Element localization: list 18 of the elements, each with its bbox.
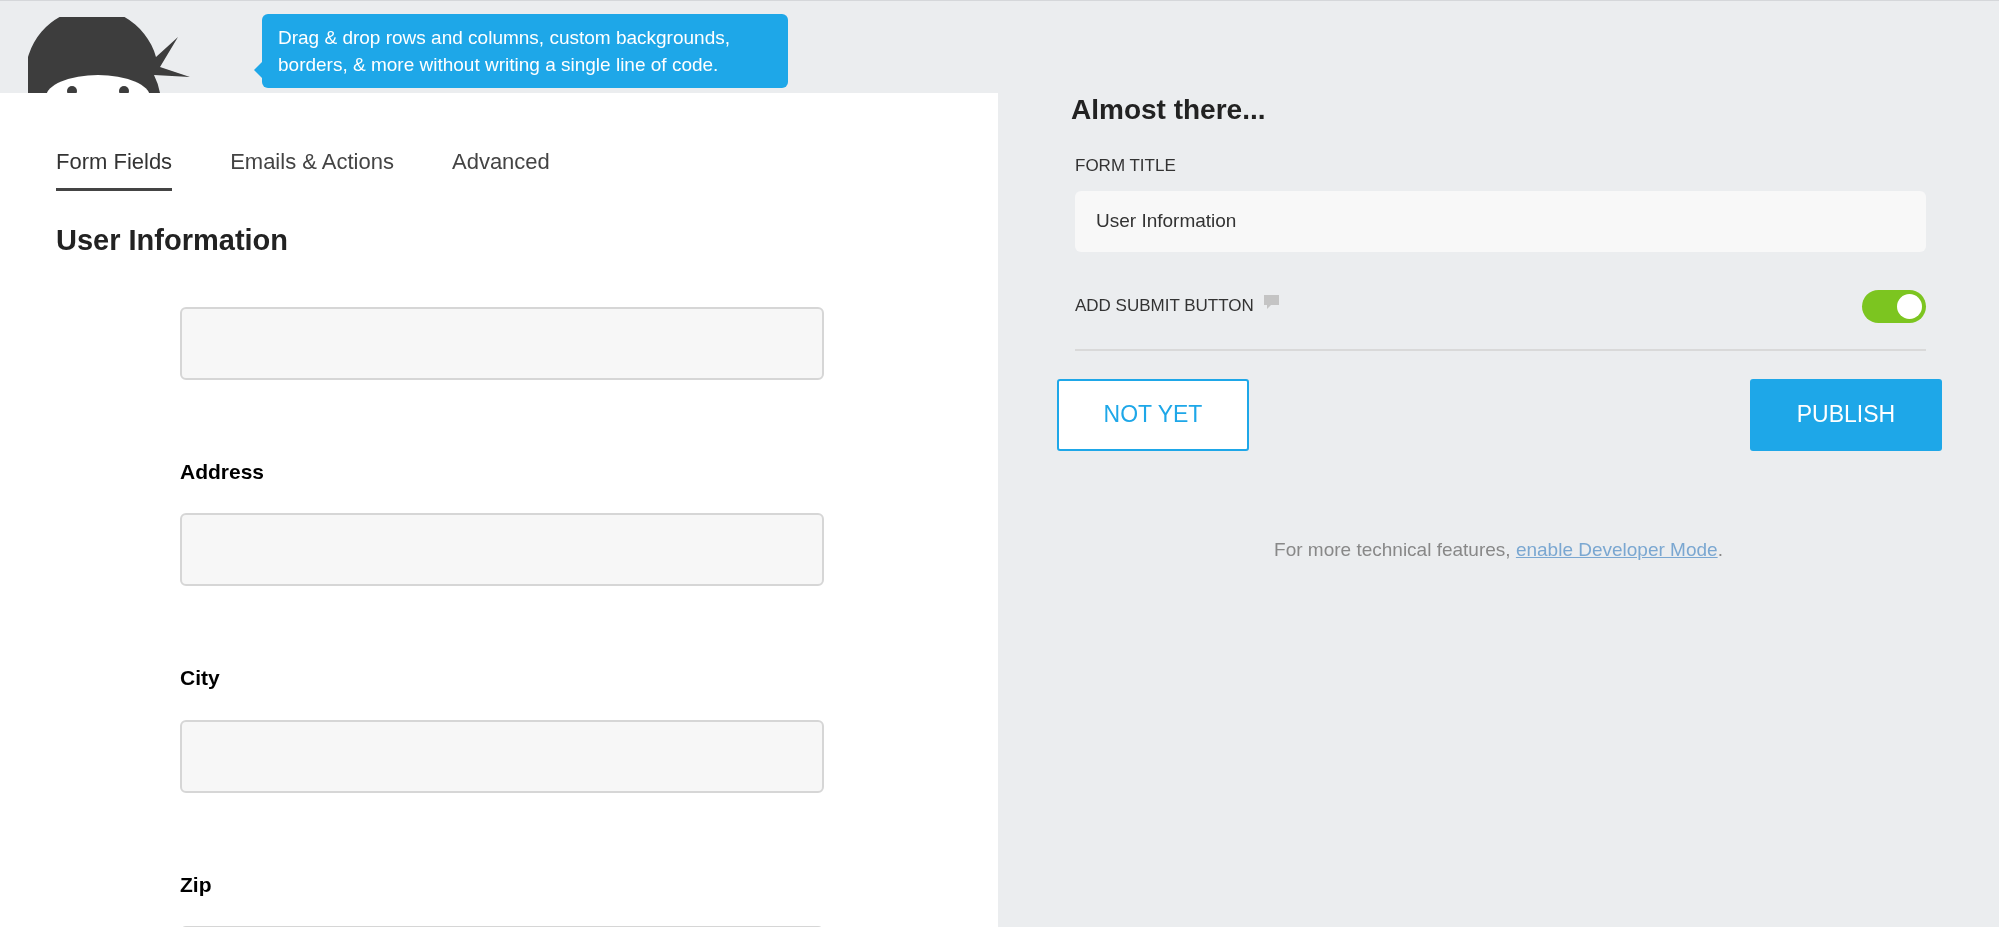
form-title-field[interactable]: User Information <box>1075 190 1926 252</box>
tab[interactable]: Form Fields <box>56 145 173 191</box>
input-field[interactable] <box>180 306 824 380</box>
field-label: City <box>180 665 221 691</box>
tooltip-text: Drag & drop rows and columns, custom backgrounds, borders, & more without writing a single line of code. <box>278 27 730 75</box>
section-title: User Information <box>56 223 290 258</box>
toggle-switch[interactable] <box>1862 289 1926 323</box>
field-label: Address <box>180 458 266 485</box>
submit-button-label: ADD SUBMIT BUTTON <box>1075 295 1254 318</box>
footer-note: For more technical features, enable Developer Mode. <box>1273 537 1724 562</box>
comment-icon <box>1263 294 1279 310</box>
input-field[interactable] <box>180 513 824 586</box>
field-label: Zip <box>180 871 213 898</box>
form-title-label: FORM TITLE <box>1075 155 1177 177</box>
panel-heading: Almost there... <box>1071 93 1267 127</box>
tab[interactable]: Emails & Actions <box>230 145 394 191</box>
tab[interactable]: Advanced <box>451 145 550 191</box>
input-field[interactable] <box>180 719 824 793</box>
